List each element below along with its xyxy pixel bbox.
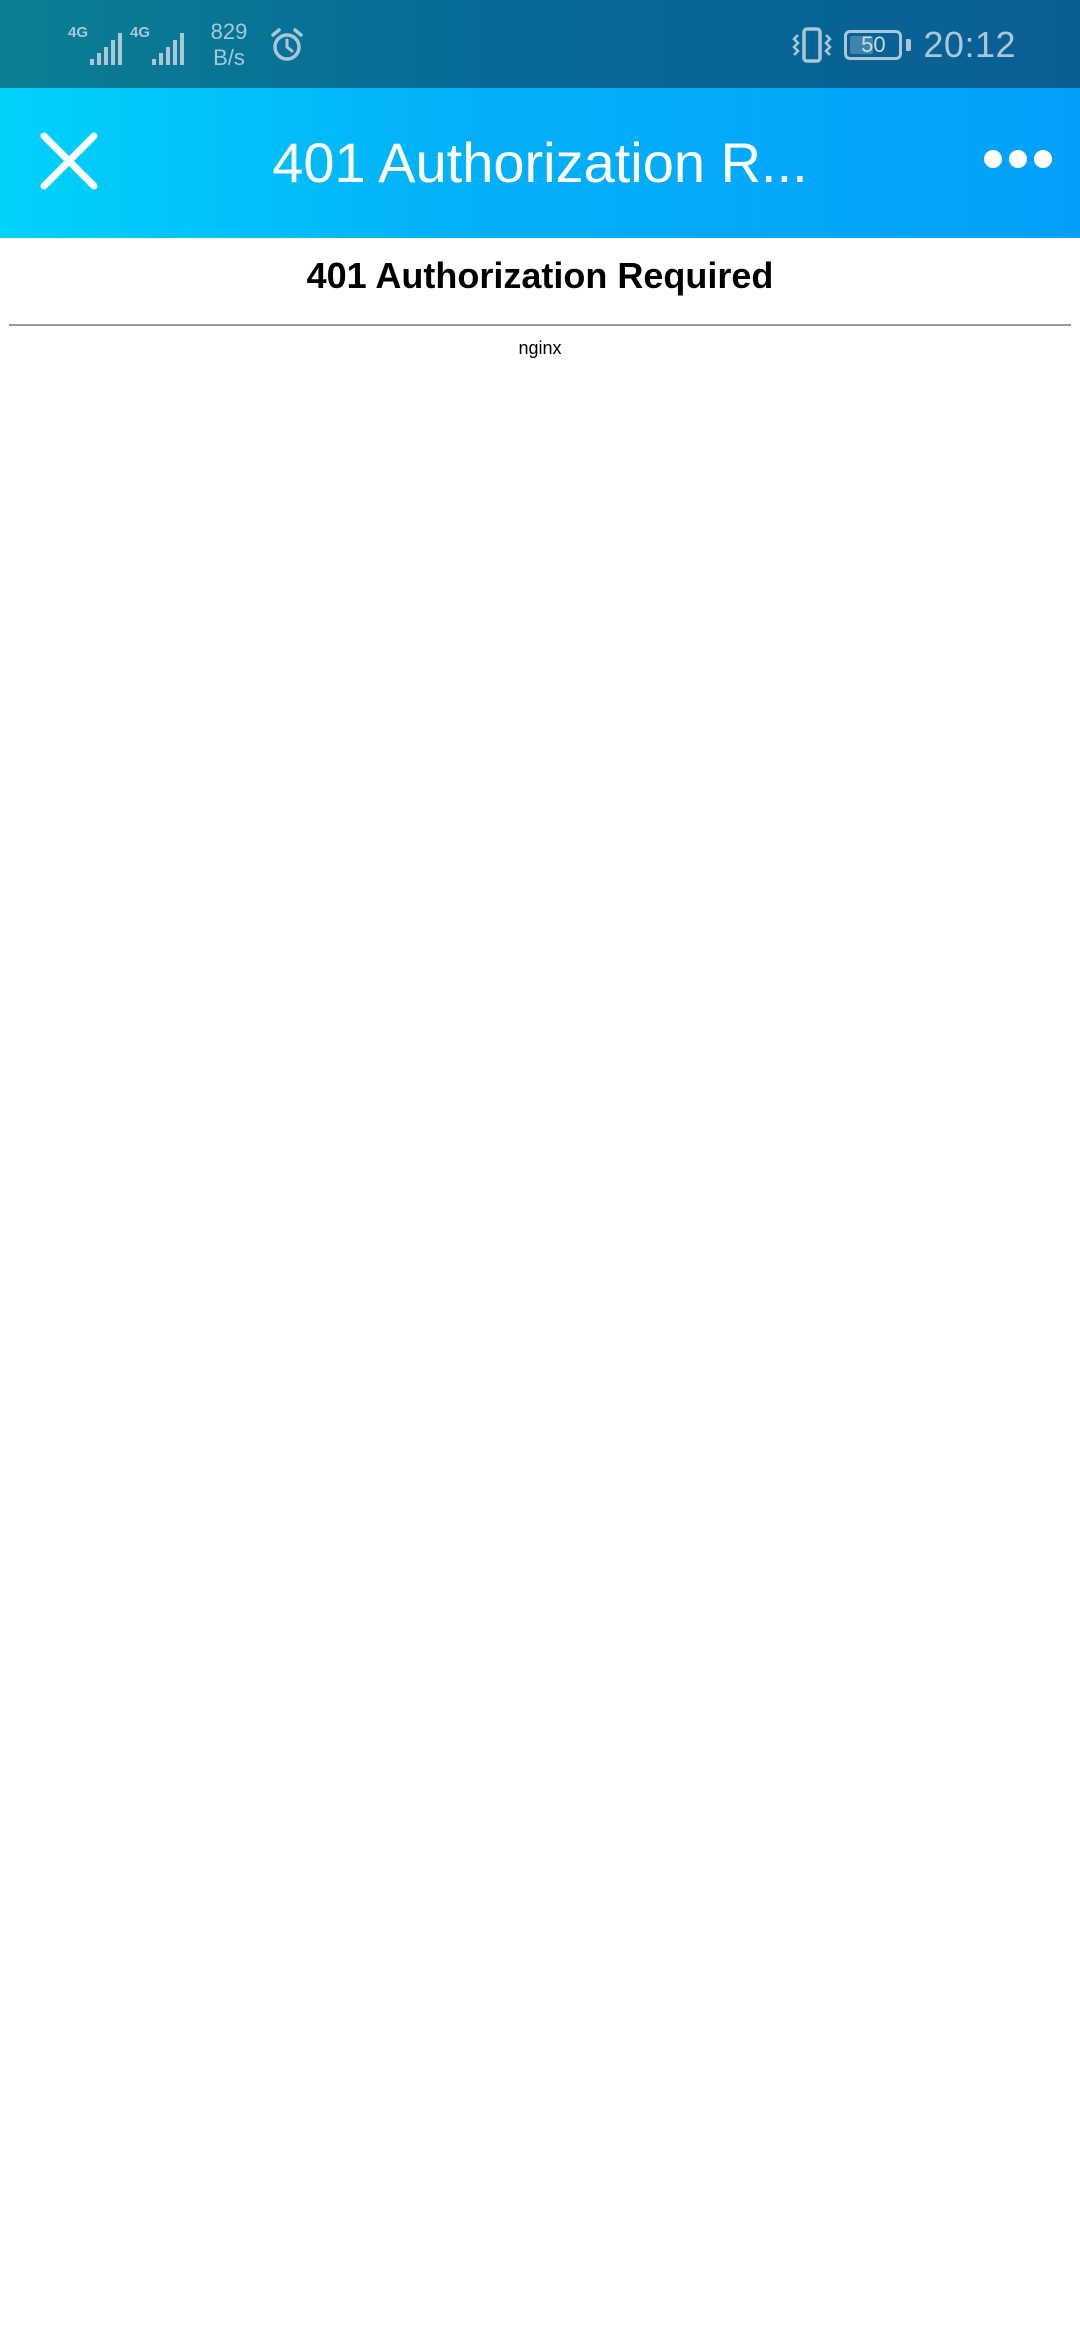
signal-icon: 4G	[130, 25, 186, 65]
network-type-label: 4G	[130, 24, 151, 41]
divider	[9, 324, 1071, 326]
more-options-button[interactable]	[984, 144, 1052, 174]
network-speed-unit: B/s	[213, 45, 245, 70]
status-right: 50 20:12	[790, 18, 1016, 72]
error-heading: 401 Authorization Required	[306, 255, 774, 296]
network-type-label: 4G	[68, 24, 89, 41]
more-icon-dot	[1034, 150, 1052, 168]
signal-bars-icon	[152, 33, 184, 65]
web-content: 401 Authorization Required nginx	[0, 238, 1080, 362]
alarm-icon	[271, 28, 303, 61]
server-name: nginx	[518, 338, 562, 358]
app-bar: 401 Authorization R...	[0, 88, 1080, 238]
network-speed-value: 829	[210, 19, 248, 44]
network-speed: 829 B/s	[200, 19, 258, 71]
signal-bars-icon	[90, 33, 122, 65]
close-button[interactable]	[36, 128, 102, 194]
more-icon-dot	[984, 150, 1002, 168]
close-icon	[40, 132, 98, 190]
battery-icon: 50	[844, 30, 903, 60]
page-title: 401 Authorization R...	[272, 131, 808, 194]
status-bar: 4G 4G 829 B/s 50 20:12	[0, 0, 1080, 88]
signal-icon: 4G	[68, 25, 124, 65]
battery-tip	[906, 39, 912, 51]
vibrate-icon	[792, 27, 833, 63]
battery-level: 50	[861, 32, 886, 57]
status-left: 4G 4G 829 B/s	[68, 18, 306, 72]
more-icon-dot	[1009, 150, 1027, 168]
status-time: 20:12	[923, 24, 1016, 65]
